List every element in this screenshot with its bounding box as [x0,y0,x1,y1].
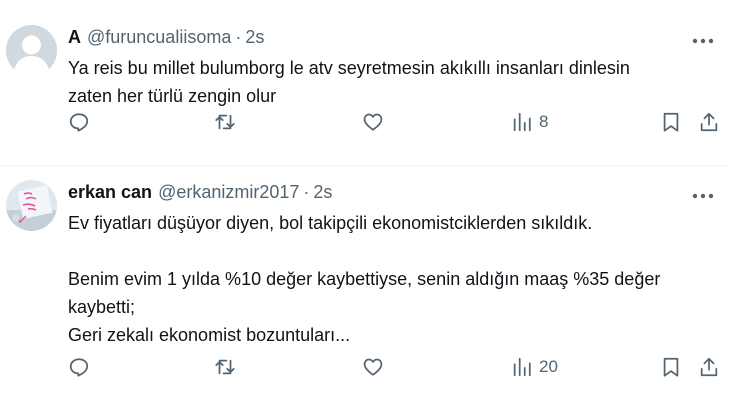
more-dots-icon [692,193,714,199]
separator-dot: · [303,181,310,202]
tweet-content: A @furuncualiisoma · 2s Ya reis bu mille… [68,25,730,165]
like-button[interactable] [362,111,384,133]
share-button[interactable] [698,111,720,133]
bookmark-icon [663,112,679,132]
tweet-feed: A @furuncualiisoma · 2s Ya reis bu mille… [0,0,730,420]
tweet-content: erkan can @erkanizmir2017 · 2s Ev fiyatl… [68,180,730,420]
views-chart-icon [513,112,531,132]
views-button[interactable]: 20 [511,356,558,378]
reply-button[interactable] [68,356,90,378]
timestamp[interactable]: 2s [313,182,332,203]
reply-icon [69,358,89,377]
retweet-button[interactable] [214,111,236,133]
timestamp[interactable]: 2s [245,27,264,48]
photo-avatar[interactable] [6,180,57,231]
tweet[interactable]: erkan can @erkanizmir2017 · 2s Ev fiyatl… [0,166,730,420]
reply-button[interactable] [68,111,90,133]
tweet-text: Ev fiyatları düşüyor diyen, bol takipçil… [68,213,661,345]
display-name[interactable]: erkan can [68,182,152,203]
more-options-button[interactable] [690,186,716,206]
tweet-text: Ya reis bu millet bulumborg le atv seyre… [68,58,630,106]
views-count: 20 [539,357,558,376]
views-count: 8 [539,112,549,131]
separator-dot: · [235,26,242,47]
reply-icon [69,113,89,132]
share-icon [700,357,718,377]
tweet[interactable]: A @furuncualiisoma · 2s Ya reis bu mille… [0,0,730,165]
more-options-button[interactable] [690,31,716,51]
share-button[interactable] [698,356,720,378]
heart-icon [363,358,383,376]
retweet-icon [215,359,235,375]
user-handle[interactable]: @erkanizmir2017 [158,182,299,203]
like-button[interactable] [362,356,384,378]
bookmark-button[interactable] [660,111,682,133]
views-chart-icon [513,357,531,377]
tweet-header: erkan can @erkanizmir2017 · 2s [68,180,716,204]
share-icon [700,112,718,132]
views-button[interactable]: 8 [511,111,548,133]
bookmark-button[interactable] [660,356,682,378]
tweet-header: A @furuncualiisoma · 2s [68,25,716,49]
avatar-column [6,25,68,165]
more-dots-icon [692,38,714,44]
retweet-icon [215,114,235,130]
bookmark-icon [663,357,679,377]
retweet-button[interactable] [214,356,236,378]
user-handle[interactable]: @furuncualiisoma [87,27,231,48]
display-name[interactable]: A [68,27,81,48]
default-avatar[interactable] [6,25,57,76]
avatar-column [6,180,68,420]
heart-icon [363,113,383,131]
